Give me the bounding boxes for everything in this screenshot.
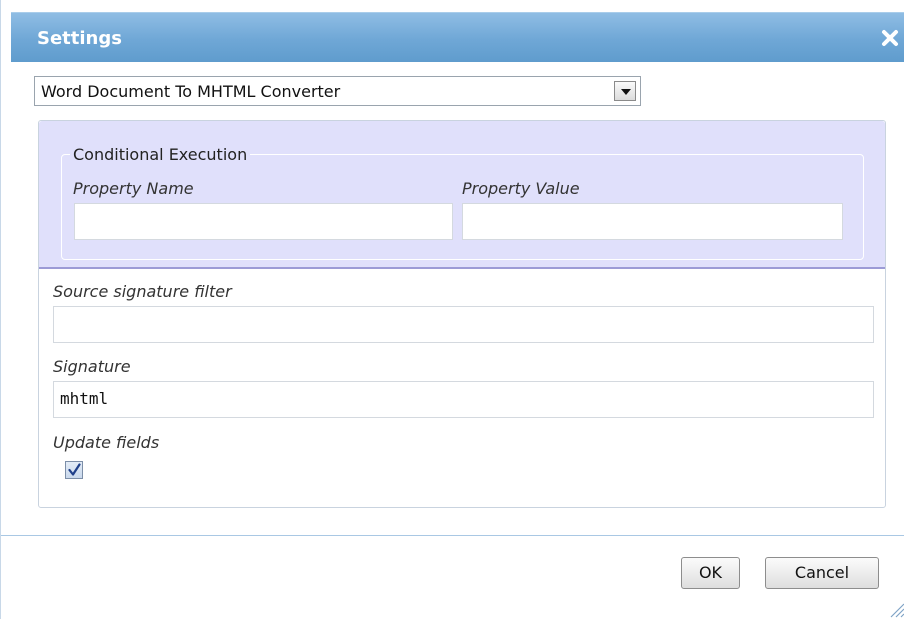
- property-value-input[interactable]: [462, 203, 843, 240]
- cancel-button[interactable]: Cancel: [765, 557, 879, 589]
- property-name-label: Property Name: [73, 179, 194, 198]
- source-signature-filter-label: Source signature filter: [53, 282, 232, 301]
- signature-value: mhtml: [60, 389, 109, 408]
- signature-input[interactable]: mhtml: [53, 381, 874, 418]
- footer-divider: [1, 535, 904, 536]
- update-fields-checkbox[interactable]: [65, 461, 83, 479]
- ok-button[interactable]: OK: [681, 557, 740, 589]
- close-icon[interactable]: [879, 27, 901, 49]
- update-fields-label: Update fields: [53, 433, 160, 452]
- settings-dialog: Settings Word Document To MHTML Converte…: [0, 0, 904, 619]
- dialog-title: Settings: [37, 28, 122, 49]
- resize-grip-icon[interactable]: [885, 598, 904, 618]
- source-signature-filter-input[interactable]: [53, 306, 874, 343]
- conditional-execution-legend: Conditional Execution: [70, 145, 251, 164]
- chevron-down-icon[interactable]: [614, 81, 636, 101]
- dialog-titlebar[interactable]: Settings: [11, 12, 904, 62]
- converter-select[interactable]: Word Document To MHTML Converter: [34, 76, 641, 106]
- conditional-execution-section: Conditional Execution Property Name Prop…: [39, 121, 885, 269]
- signature-label: Signature: [53, 357, 131, 376]
- property-value-label: Property Value: [462, 179, 580, 198]
- property-name-input[interactable]: [74, 203, 453, 240]
- checkmark-icon: [68, 463, 81, 476]
- converter-select-value: Word Document To MHTML Converter: [41, 82, 341, 101]
